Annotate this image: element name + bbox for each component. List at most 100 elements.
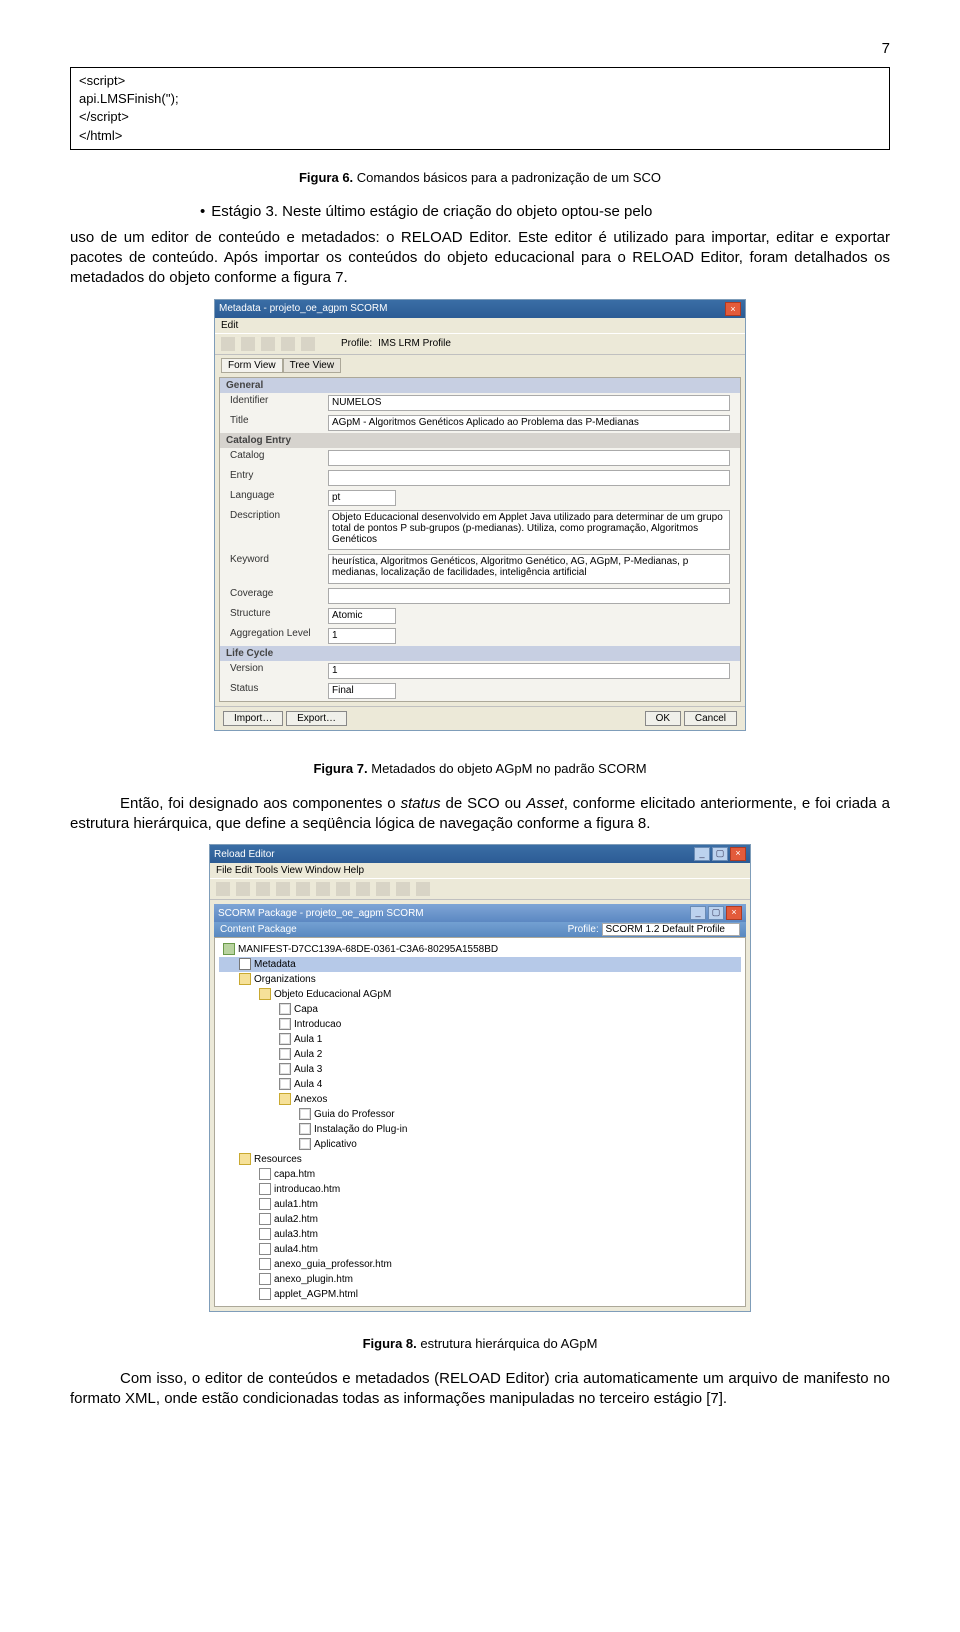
form-panel: General IdentifierNUMELOS TitleAGpM - Al…	[219, 377, 741, 702]
lbl-catalog: Catalog	[230, 450, 320, 461]
field-keyword[interactable]: heurística, Algoritmos Genéticos, Algori…	[328, 554, 730, 584]
field-version[interactable]: 1	[328, 663, 730, 679]
node-aula3[interactable]: Aula 3	[219, 1062, 741, 1077]
code-line: <script>	[79, 72, 881, 90]
lbl-title: Title	[230, 415, 320, 426]
figure8-caption: Figura 8. estrutura hierárquica do AGpM	[70, 1336, 890, 1351]
node-res-plugin[interactable]: anexo_plugin.htm	[219, 1272, 741, 1287]
folder-icon	[259, 988, 271, 1000]
node-res-aula2[interactable]: aula2.htm	[219, 1212, 741, 1227]
tab-form-view[interactable]: Form View	[221, 358, 283, 373]
node-organizations[interactable]: Organizations	[219, 972, 741, 987]
footer-bar: Import… Export… OK Cancel	[215, 706, 745, 730]
node-res-guia[interactable]: anexo_guia_professor.htm	[219, 1257, 741, 1272]
menu-edit[interactable]: Edit	[221, 320, 238, 331]
max-icon[interactable]: ▢	[712, 847, 728, 861]
field-description[interactable]: Objeto Educacional desenvolvido em Apple…	[328, 510, 730, 550]
save-icon[interactable]	[256, 882, 270, 896]
new-icon[interactable]	[216, 882, 230, 896]
delete-icon[interactable]	[336, 882, 350, 896]
section-general: General	[220, 378, 740, 393]
manifest-icon	[223, 943, 235, 955]
node-res-applet[interactable]: applet_AGPM.html	[219, 1287, 741, 1302]
p2d: Asset	[526, 795, 564, 812]
p2b: status	[401, 795, 441, 812]
cancel-button[interactable]: Cancel	[684, 711, 737, 726]
min-icon[interactable]: _	[694, 847, 710, 861]
profile-select[interactable]: IMS LRM Profile	[378, 338, 518, 349]
zip-icon[interactable]	[416, 882, 430, 896]
field-catalog[interactable]	[328, 450, 730, 466]
reload-menubar[interactable]: File Edit Tools View Window Help	[210, 863, 750, 878]
field-language[interactable]: pt	[328, 490, 396, 506]
node-manifest[interactable]: MANIFEST-D7CC139A-68DE-0361-C3A6-80295A1…	[219, 942, 741, 957]
refresh-icon[interactable]	[356, 882, 370, 896]
bullet-text: Estágio 3. Neste último estágio de criaç…	[211, 203, 652, 220]
p2c: de SCO ou	[441, 795, 527, 812]
tab-tree-view[interactable]: Tree View	[283, 358, 341, 373]
node-res-aula1[interactable]: aula1.htm	[219, 1197, 741, 1212]
node-capa[interactable]: Capa	[219, 1002, 741, 1017]
node-plugin[interactable]: Instalação do Plug-in	[219, 1122, 741, 1137]
field-coverage[interactable]	[328, 588, 730, 604]
field-agglevel[interactable]: 1	[328, 628, 396, 644]
fig8-text: estrutura hierárquica do AGpM	[417, 1336, 598, 1351]
close-icon[interactable]: ×	[726, 906, 742, 920]
field-title[interactable]: AGpM - Algoritmos Genéticos Aplicado ao …	[328, 415, 730, 431]
field-entry[interactable]	[328, 470, 730, 486]
node-metadata[interactable]: Metadata	[219, 957, 741, 972]
reload-toolbar	[210, 878, 750, 900]
adl-icon[interactable]	[376, 882, 390, 896]
close-icon[interactable]: ×	[730, 847, 746, 861]
open-icon[interactable]	[236, 882, 250, 896]
node-aula2[interactable]: Aula 2	[219, 1047, 741, 1062]
fig7-text: Metadados do objeto AGpM no padrão SCORM	[368, 761, 647, 776]
reload-titlebar: Reload Editor _ ▢ ×	[210, 845, 750, 863]
node-org-root[interactable]: Objeto Educacional AGpM	[219, 987, 741, 1002]
import-button[interactable]: Import…	[223, 711, 283, 726]
lbl-keyword: Keyword	[230, 554, 320, 565]
node-res-intro[interactable]: introducao.htm	[219, 1182, 741, 1197]
lbl-status: Status	[230, 683, 320, 694]
page-icon	[279, 1033, 291, 1045]
node-aula1[interactable]: Aula 1	[219, 1032, 741, 1047]
paste-icon[interactable]	[316, 882, 330, 896]
ok-button[interactable]: OK	[645, 711, 681, 726]
window-titlebar: Metadata - projeto_oe_agpm SCORM ×	[215, 300, 745, 318]
back-icon[interactable]	[221, 337, 235, 351]
max-icon[interactable]: ▢	[708, 906, 724, 920]
node-intro[interactable]: Introducao	[219, 1017, 741, 1032]
close-icon[interactable]: ×	[725, 302, 741, 316]
paste-icon[interactable]	[281, 337, 295, 351]
copy-icon[interactable]	[296, 882, 310, 896]
folder-icon	[239, 973, 251, 985]
field-structure[interactable]: Atomic	[328, 608, 396, 624]
node-aula4[interactable]: Aula 4	[219, 1077, 741, 1092]
delete-icon[interactable]	[301, 337, 315, 351]
node-anexos[interactable]: Anexos	[219, 1092, 741, 1107]
node-resources[interactable]: Resources	[219, 1152, 741, 1167]
field-identifier[interactable]: NUMELOS	[328, 395, 730, 411]
fig7-label: Figura 7.	[313, 761, 367, 776]
page-icon	[279, 1078, 291, 1090]
cut-icon[interactable]	[276, 882, 290, 896]
figure6-caption: Figura 6. Comandos básicos para a padron…	[70, 170, 890, 185]
copy-icon[interactable]	[261, 337, 275, 351]
package-tree[interactable]: MANIFEST-D7CC139A-68DE-0361-C3A6-80295A1…	[214, 937, 746, 1307]
field-status[interactable]: Final	[328, 683, 396, 699]
node-res-aula4[interactable]: aula4.htm	[219, 1242, 741, 1257]
min-icon[interactable]: _	[690, 906, 706, 920]
node-res-capa[interactable]: capa.htm	[219, 1167, 741, 1182]
node-aplicativo[interactable]: Aplicativo	[219, 1137, 741, 1152]
paragraph-3: Com isso, o editor de conteúdos e metada…	[70, 1369, 890, 1410]
node-res-aula3[interactable]: aula3.htm	[219, 1227, 741, 1242]
code-line: </html>	[79, 127, 881, 145]
profile-label: Profile:	[568, 924, 599, 935]
profile-select[interactable]: SCORM 1.2 Default Profile	[602, 923, 741, 936]
pkg-title: SCORM Package - projeto_oe_agpm SCORM	[218, 908, 424, 919]
forward-icon[interactable]	[241, 337, 255, 351]
content-package-header: Content Package Profile: SCORM 1.2 Defau…	[214, 922, 746, 937]
preview-icon[interactable]	[396, 882, 410, 896]
node-guia[interactable]: Guia do Professor	[219, 1107, 741, 1122]
export-button[interactable]: Export…	[286, 711, 347, 726]
